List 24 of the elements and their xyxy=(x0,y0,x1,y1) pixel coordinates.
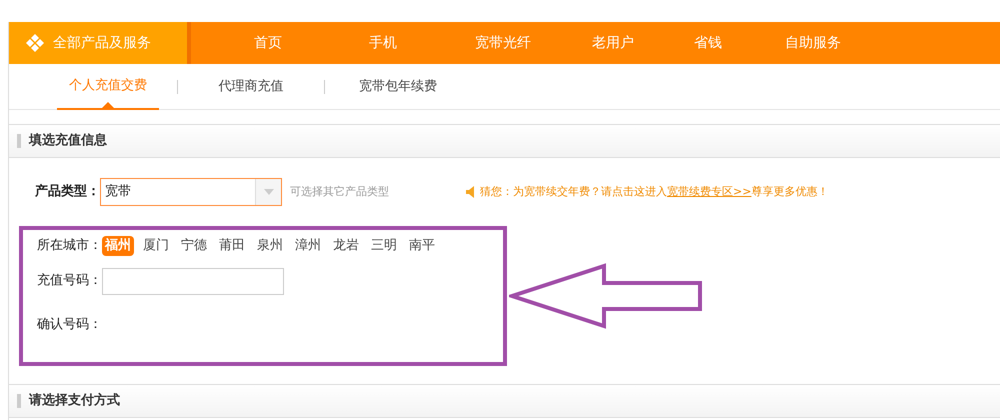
city-option[interactable]: 宁德 xyxy=(178,236,210,256)
speaker-icon xyxy=(466,186,476,198)
city-option[interactable]: 漳州 xyxy=(292,236,324,256)
city-option[interactable]: 厦门 xyxy=(140,236,172,256)
field-label: 确认号码： xyxy=(37,316,103,334)
city-option[interactable]: 南平 xyxy=(406,236,438,256)
notice-text: 猜您：为宽带续交年费？请点击这进入宽带续费专区>>尊享更多优惠！ xyxy=(480,184,828,200)
diamonds-icon xyxy=(25,33,45,53)
sub-tab[interactable]: 代理商充值 xyxy=(196,64,306,110)
hint-text: 可选择其它产品类型 xyxy=(290,184,390,200)
section-title: 请选择支付方式 xyxy=(29,392,120,410)
product-type-select[interactable]: 宽带 xyxy=(100,178,282,206)
city-option[interactable]: 莆田 xyxy=(216,236,248,256)
field-label: 所在城市： xyxy=(37,237,102,255)
menu-label: 全部产品及服务 xyxy=(53,34,151,52)
city-option[interactable]: 三明 xyxy=(368,236,400,256)
recharge-number-input[interactable] xyxy=(102,268,284,294)
dropdown-icon xyxy=(264,189,274,195)
sub-tab[interactable]: 宽带包年续费 xyxy=(343,64,453,110)
section-title: 填选充值信息 xyxy=(29,132,107,150)
city-option[interactable]: 泉州 xyxy=(254,236,286,256)
field-label: 充值号码： xyxy=(37,272,102,290)
field-label: 产品类型： xyxy=(35,182,100,202)
city-option[interactable]: 龙岩 xyxy=(330,236,362,256)
